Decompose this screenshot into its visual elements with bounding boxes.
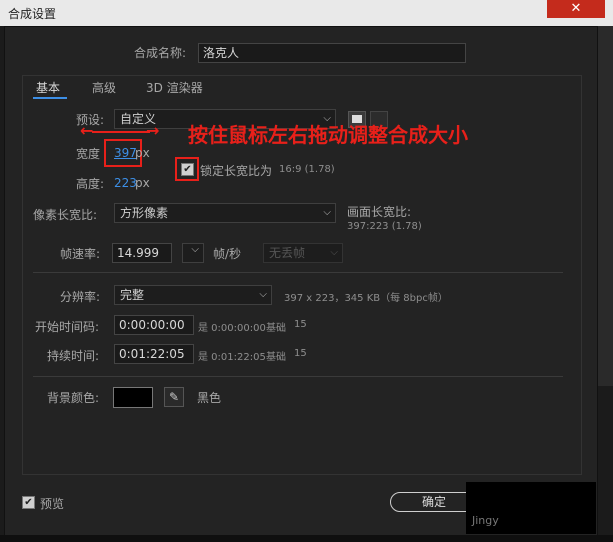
comp-name-label: 合成名称:	[134, 46, 187, 60]
resolution-info: 397 x 223，345 KB（每 8bpc帧）	[284, 293, 448, 304]
width-label: 宽度	[76, 147, 101, 161]
start-timecode-base-label: 基础	[266, 323, 286, 334]
background-color-name: 黑色	[197, 391, 222, 405]
duration-label: 持续时间:	[47, 349, 100, 363]
height-unit: px	[135, 176, 150, 190]
footer-strip	[0, 535, 613, 542]
height-label: 高度:	[76, 177, 105, 191]
ok-button[interactable]: 确定	[390, 492, 478, 512]
duration-base-value: 15	[294, 348, 307, 359]
close-icon: ✕	[570, 1, 582, 16]
checkmark-icon: ✔	[24, 497, 33, 508]
start-timecode-base-value: 15	[294, 319, 307, 330]
chevron-down-icon: ⌵	[259, 289, 267, 300]
drop-frame-select: 无丢帧 ⌵	[263, 243, 343, 263]
background-color-label: 背景颜色:	[47, 391, 100, 405]
frame-aspect-value: 397:223 (1.78)	[347, 221, 422, 232]
chevron-down-icon: ⌵	[323, 207, 331, 218]
height-value[interactable]: 223	[114, 176, 137, 190]
divider	[33, 376, 563, 377]
tab-3d-renderer[interactable]: 3D 渲染器	[146, 79, 203, 96]
duration-eq: 是 0:01:22:05	[198, 352, 266, 363]
window-edge	[597, 26, 613, 386]
background-color-swatch[interactable]	[113, 387, 153, 408]
lock-ratio-label: 锁定长宽比为	[200, 164, 273, 178]
tab-basic[interactable]: 基本	[36, 79, 60, 96]
resolution-label: 分辨率:	[60, 290, 101, 304]
chevron-down-icon: ⌵	[330, 247, 338, 258]
width-unit: px	[135, 146, 150, 160]
annotation-right-arrow: →	[146, 121, 160, 140]
duration-base-label: 基础	[266, 352, 286, 363]
resolution-value: 完整	[120, 288, 145, 302]
title-bar	[0, 0, 613, 26]
annotation-arrow-shaft	[92, 131, 150, 133]
tab-basic-underline	[33, 97, 67, 99]
tab-advanced[interactable]: 高级	[92, 79, 116, 96]
divider	[33, 272, 563, 273]
lock-ratio-value: 16:9 (1.78)	[279, 164, 335, 175]
start-timecode-label: 开始时间码:	[35, 320, 100, 334]
pixel-aspect-label: 像素长宽比:	[33, 208, 98, 222]
lock-ratio-checkbox[interactable]: ✔	[181, 163, 194, 176]
annotation-text: 按住鼠标左右拖动调整合成大小	[188, 123, 468, 147]
eyedropper-button[interactable]: ✎	[164, 387, 184, 407]
chevron-down-icon: ⌵	[191, 244, 199, 255]
pixel-aspect-select[interactable]: 方形像素 ⌵	[114, 203, 336, 223]
preview-label: 预览	[40, 497, 65, 511]
start-timecode-eq: 是 0:00:00:00	[198, 323, 266, 334]
pixel-aspect-value: 方形像素	[120, 206, 169, 220]
window-title: 合成设置	[8, 7, 57, 21]
drop-frame-value: 无丢帧	[269, 246, 306, 260]
frame-rate-dropdown[interactable]: ⌵	[182, 243, 204, 263]
checkmark-icon: ✔	[183, 164, 192, 175]
resolution-select[interactable]: 完整 ⌵	[114, 285, 272, 305]
frame-rate-input[interactable]: 14.999	[112, 243, 172, 263]
duration-input[interactable]: 0:01:22:05	[114, 344, 194, 364]
preview-checkbox[interactable]: ✔	[22, 496, 35, 509]
comp-name-input[interactable]: 洛克人	[198, 43, 466, 63]
frame-rate-unit: 帧/秒	[213, 247, 242, 261]
frame-aspect-label: 画面长宽比:	[347, 205, 412, 219]
frame-rate-label: 帧速率:	[60, 247, 101, 261]
eyedropper-icon: ✎	[168, 390, 180, 404]
start-timecode-input[interactable]: 0:00:00:00	[114, 315, 194, 335]
width-value[interactable]: 397	[114, 146, 137, 160]
watermark: Jingy	[472, 514, 499, 527]
close-button[interactable]: ✕	[547, 0, 605, 18]
